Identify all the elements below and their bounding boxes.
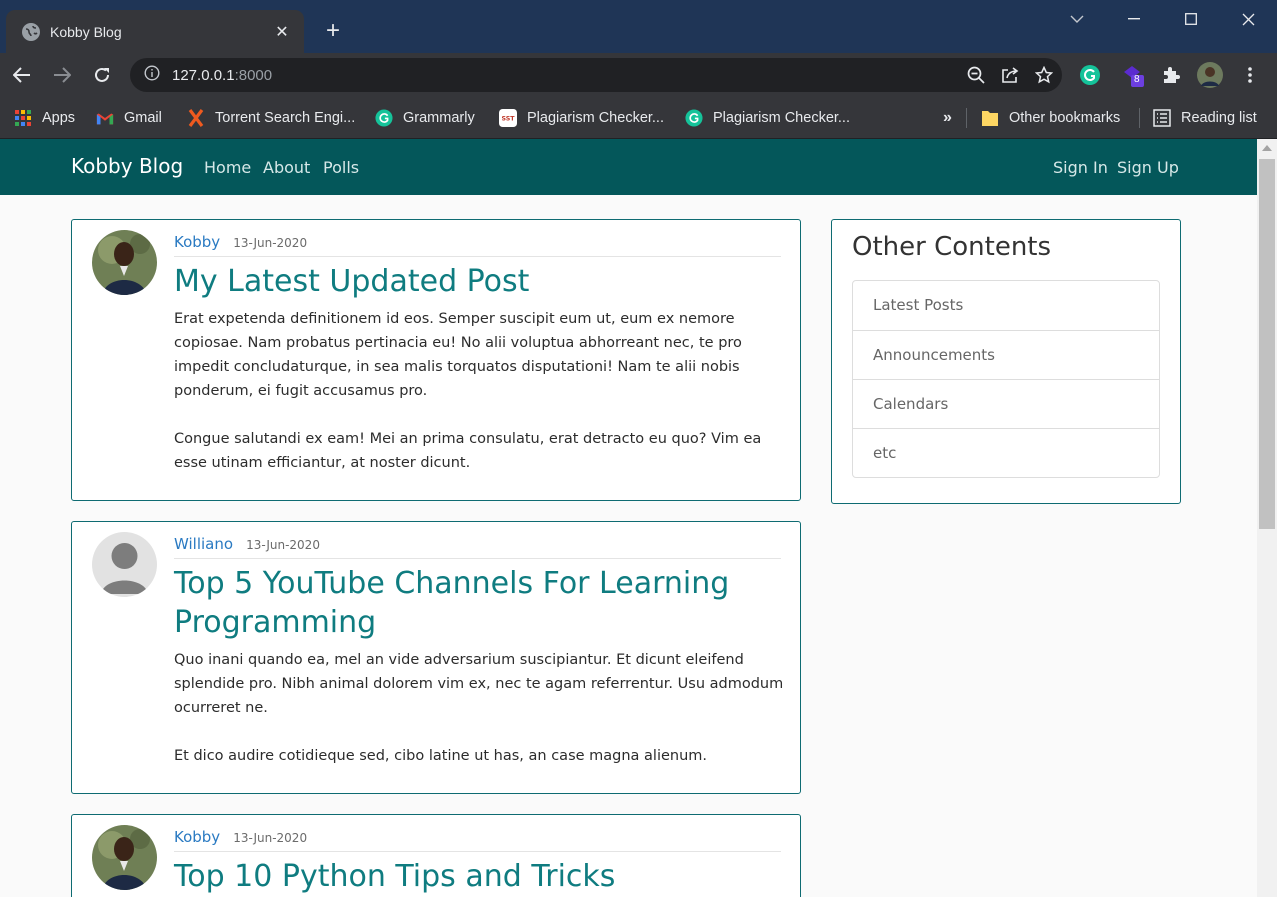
- bookmark-grammarly[interactable]: Grammarly: [375, 106, 475, 130]
- site-info-icon[interactable]: [144, 65, 160, 85]
- zoom-out-icon[interactable]: [964, 63, 988, 87]
- apps-grid-icon: [14, 109, 32, 127]
- sign-up-link[interactable]: Sign Up: [1117, 158, 1179, 177]
- share-icon[interactable]: [998, 63, 1022, 87]
- bookmark-label: Torrent Search Engi...: [215, 110, 356, 126]
- nav-about-link[interactable]: About: [263, 158, 310, 177]
- post-card: Kobby 13-Jun-2020 My Latest Updated Post…: [71, 219, 801, 501]
- bookmark-label: Apps: [42, 110, 76, 126]
- other-bookmarks-folder[interactable]: Other bookmarks: [981, 106, 1120, 130]
- post-date: 13-Jun-2020: [233, 236, 308, 250]
- tab-title: Kobby Blog: [50, 23, 122, 40]
- author-avatar: [92, 825, 157, 890]
- sign-in-link[interactable]: Sign In: [1053, 158, 1108, 177]
- author-avatar-placeholder: [92, 532, 157, 597]
- bookmark-label: Plagiarism Checker...: [527, 110, 664, 126]
- sidebar-card: Other Contents Latest Posts Announcement…: [831, 219, 1181, 504]
- bookmark-plagiarism-checker-grammarly[interactable]: Plagiarism Checker...: [685, 106, 850, 130]
- scroll-up-arrow-icon[interactable]: [1262, 145, 1272, 151]
- globe-icon: [22, 22, 40, 41]
- post-paragraph: Congue salutandi ex eam! Mei an prima co…: [174, 431, 762, 471]
- site-brand[interactable]: Kobby Blog: [71, 154, 183, 178]
- post-content: Quo inani quando ea, mel an vide adversa…: [174, 648, 784, 768]
- svg-text:SST: SST: [501, 116, 515, 123]
- post-card: Kobby 13-Jun-2020 Top 10 Python Tips and…: [71, 814, 801, 897]
- url-host: 127.0.0.1: [172, 66, 235, 84]
- profile-avatar-icon[interactable]: [1197, 62, 1223, 88]
- post-author-link[interactable]: Kobby: [174, 233, 220, 251]
- post-paragraph: Quo inani quando ea, mel an vide adversa…: [174, 652, 784, 716]
- address-bar[interactable]: 127.0.0.1:8000: [130, 58, 1062, 92]
- post-meta: Kobby 13-Jun-2020: [174, 233, 781, 257]
- grammarly-icon: [375, 109, 393, 127]
- grammarly-icon: [685, 109, 703, 127]
- bookmarks-bar: Apps Gmail Torrent Search Engi... Gramma…: [0, 97, 1277, 139]
- bookmark-apps[interactable]: Apps: [14, 106, 75, 130]
- scrollbar-thumb[interactable]: [1259, 159, 1275, 529]
- bookmark-label: Plagiarism Checker...: [713, 110, 850, 126]
- site-navbar: Kobby Blog Home About Polls Sign In Sign…: [0, 139, 1257, 195]
- sst-icon: SST: [499, 109, 517, 127]
- bookmarks-divider: [1139, 108, 1140, 128]
- maximize-icon[interactable]: [1176, 8, 1206, 30]
- folder-icon: [981, 109, 999, 127]
- reload-icon[interactable]: [88, 61, 116, 89]
- url-text[interactable]: 127.0.0.1:8000: [172, 67, 272, 84]
- bookmark-label: Other bookmarks: [1009, 110, 1121, 126]
- post-card: Williano 13-Jun-2020 Top 5 YouTube Chann…: [71, 521, 801, 794]
- reading-list-button[interactable]: Reading list: [1153, 106, 1257, 130]
- post-meta: Williano 13-Jun-2020: [174, 535, 781, 559]
- sidebar-item-etc[interactable]: etc: [853, 428, 1159, 477]
- post-content: Erat expetenda definitionem id eos. Semp…: [174, 307, 784, 475]
- author-avatar: [92, 230, 157, 295]
- reading-list-icon: [1153, 109, 1171, 127]
- page-viewport: Kobby Blog Home About Polls Sign In Sign…: [0, 139, 1257, 897]
- torrent-x-icon: [187, 109, 205, 127]
- bookmark-torrent[interactable]: Torrent Search Engi...: [187, 106, 355, 130]
- post-paragraph: Erat expetenda definitionem id eos. Semp…: [174, 311, 742, 399]
- post-date: 13-Jun-2020: [233, 831, 308, 845]
- grammarly-extension-icon[interactable]: [1077, 62, 1103, 88]
- bookmark-gmail[interactable]: Gmail: [96, 106, 162, 130]
- post-title-link[interactable]: Top 10 Python Tips and Tricks: [174, 857, 774, 896]
- post-author-link[interactable]: Kobby: [174, 828, 220, 846]
- page-scrollbar[interactable]: [1257, 139, 1277, 897]
- url-port: :8000: [234, 66, 273, 84]
- extension-badge-icon[interactable]: 8: [1120, 62, 1146, 88]
- bookmark-label: Gmail: [124, 110, 162, 126]
- sidebar-title: Other Contents: [852, 232, 1052, 262]
- sidebar-item-latest-posts[interactable]: Latest Posts: [853, 281, 1159, 330]
- bookmarks-divider: [966, 108, 967, 128]
- post-title-link[interactable]: My Latest Updated Post: [174, 262, 774, 301]
- bookmark-plagiarism-checker-sst[interactable]: SST Plagiarism Checker...: [499, 106, 664, 130]
- forward-icon[interactable]: [48, 61, 76, 89]
- sidebar-item-calendars[interactable]: Calendars: [853, 379, 1159, 428]
- close-window-icon[interactable]: [1233, 8, 1263, 30]
- new-tab-icon[interactable]: +: [320, 18, 346, 44]
- browser-tab-bar: Kobby Blog ✕ +: [0, 0, 1277, 53]
- browser-tab[interactable]: Kobby Blog ✕: [6, 10, 304, 53]
- post-date: 13-Jun-2020: [246, 538, 320, 552]
- bookmark-label: Reading list: [1181, 110, 1257, 126]
- sidebar-item-announcements[interactable]: Announcements: [853, 330, 1159, 379]
- bookmark-label: Grammarly: [403, 110, 475, 126]
- post-paragraph: Et dico audire cotidieque sed, cibo lati…: [174, 748, 708, 764]
- nav-home-link[interactable]: Home: [204, 158, 251, 177]
- post-meta: Kobby 13-Jun-2020: [174, 828, 781, 852]
- bookmark-star-icon[interactable]: [1032, 63, 1056, 87]
- chrome-menu-icon[interactable]: [1237, 62, 1263, 88]
- tab-search-chevron-icon[interactable]: [1062, 8, 1092, 30]
- extension-badge-count: 8: [1134, 74, 1140, 85]
- post-title-link[interactable]: Top 5 YouTube Channels For Learning Prog…: [174, 564, 774, 642]
- nav-polls-link[interactable]: Polls: [323, 158, 359, 177]
- sidebar-list: Latest Posts Announcements Calendars etc: [852, 280, 1160, 478]
- browser-toolbar: 127.0.0.1:8000 8: [0, 53, 1277, 97]
- bookmarks-overflow-button[interactable]: »: [943, 106, 952, 130]
- minimize-icon[interactable]: [1119, 8, 1149, 30]
- close-tab-icon[interactable]: ✕: [272, 22, 292, 41]
- extensions-puzzle-icon[interactable]: [1158, 62, 1184, 88]
- post-author-link[interactable]: Williano: [174, 535, 233, 553]
- gmail-icon: [96, 109, 114, 127]
- back-icon[interactable]: [8, 61, 36, 89]
